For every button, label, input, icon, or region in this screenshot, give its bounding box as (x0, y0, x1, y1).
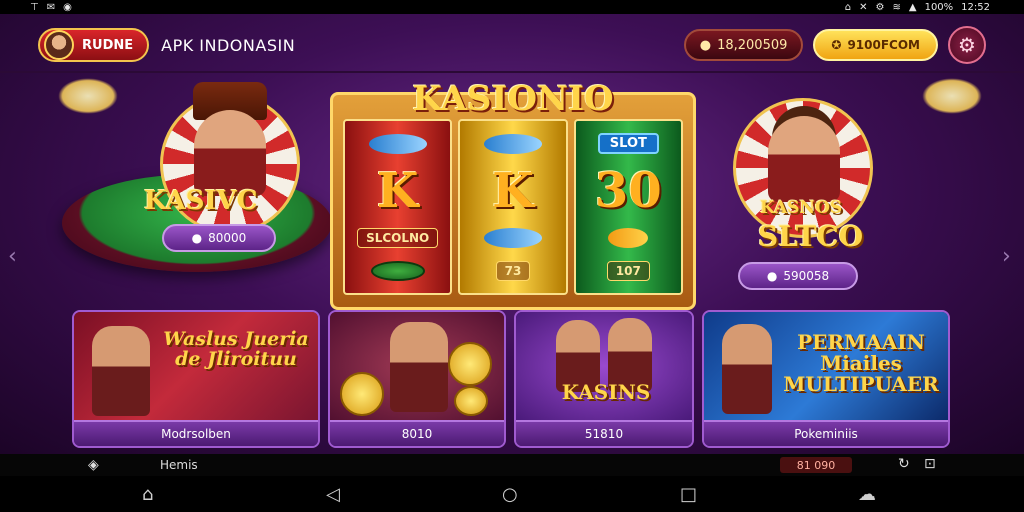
reel-symbol: 30 (594, 163, 662, 220)
gear-icon: ⚙ (958, 33, 976, 57)
game-card[interactable]: Waslus Jueria de Jliroituu Modrsolben (72, 310, 320, 448)
dealer-left (194, 110, 266, 196)
slot-tag: SLOT (597, 133, 659, 155)
reel-label: SLCOLNO (357, 227, 439, 248)
clock: 12:52 (961, 1, 990, 13)
player-figure (92, 326, 150, 416)
card-art: KASINS (516, 312, 692, 420)
avatar (44, 30, 74, 60)
slot-title: KASIONIO (412, 79, 614, 119)
reel-symbol: K (376, 162, 419, 219)
game-card[interactable]: KASINS 51810 (514, 310, 694, 448)
fish-icon (368, 133, 427, 154)
coin-icon: ● (191, 231, 203, 245)
chip-icon (370, 260, 425, 281)
star-coin-icon: ✪ (831, 38, 842, 52)
wifi-icon: ≋ (892, 1, 901, 13)
prev-arrow-icon[interactable]: ‹ (8, 244, 17, 269)
fish-icon (483, 227, 542, 248)
signal-icon: ▲ (908, 1, 917, 13)
battery-level: 100% (924, 1, 954, 13)
right-logo-bottom: SLTCO (758, 220, 864, 253)
hero-banner[interactable]: KASIVC ● 80000 KASIONIO K SLCOLNO K 73 S… (38, 74, 986, 310)
game-card[interactable]: 8010 (328, 310, 506, 448)
status-bar: ⊤ ✉ ◉ ⌂ ✕ ⚙ ≋ ▲ 100% 12:52 (0, 0, 1024, 14)
spotlight-left (58, 78, 118, 114)
mute-icon: ✕ (859, 1, 868, 13)
right-amount: 590058 (783, 269, 830, 283)
history-icon[interactable]: ↻ (898, 456, 910, 472)
reel-3: SLOT 30 107 (573, 119, 683, 295)
reel-1: K SLCOLNO (343, 119, 453, 295)
app-bottom-bar: ◈ Hemis 81 090 ↻ ⊡ (0, 454, 1024, 476)
cloud-icon[interactable]: ☁ (858, 484, 876, 505)
profile-button[interactable]: RUDNE (38, 28, 150, 62)
deposit-button[interactable]: ✪ 9100FCOM (813, 29, 938, 61)
card-label: 51810 (516, 420, 692, 446)
menu-icon[interactable]: ⊡ (924, 456, 936, 472)
casino-app: RUDNE APK INDONASIN ● 18,200509 ✪ 9100FC… (0, 14, 1024, 454)
leaf-icon (608, 227, 649, 248)
coin-icon (448, 342, 492, 386)
recents-icon[interactable]: □ (680, 484, 697, 505)
home-tab[interactable]: Hemis (160, 458, 198, 472)
system-nav-bar: ⌂ ◁ ○ □ ☁ (0, 476, 1024, 512)
header-divider (0, 71, 1024, 73)
dealer-right (768, 116, 840, 202)
reel-value: 107 (606, 260, 650, 281)
left-amount: 80000 (208, 231, 247, 245)
right-logo-top: KASNOS (760, 198, 843, 218)
coin-icon: ● (766, 269, 778, 283)
game-cards: Waslus Jueria de Jliroituu Modrsolben 80… (72, 310, 952, 448)
settings-button[interactable]: ⚙ (948, 26, 986, 64)
card-art: PERMAAIN Miailes MULTIPUAER (704, 312, 948, 420)
balance-display[interactable]: ● 18,200509 (683, 29, 804, 61)
coin-icon (454, 386, 488, 416)
camera-icon: ◉ (63, 1, 72, 13)
slot-machine[interactable]: KASIONIO K SLCOLNO K 73 SLOT 30 107 (330, 79, 696, 310)
right-amount-pill[interactable]: ● 590058 (738, 262, 858, 290)
home-circle-icon[interactable]: ○ (502, 484, 518, 505)
coin-icon (340, 372, 384, 416)
brand-name: RUDNE (82, 37, 134, 53)
mail-icon: ✉ (46, 1, 56, 13)
card-art-text: Waslus Jueria de Jliroituu (163, 328, 309, 370)
back-icon[interactable]: ◁ (326, 484, 340, 505)
next-arrow-icon[interactable]: › (1002, 244, 1011, 269)
reel-2: K 73 (458, 119, 568, 295)
card-art-text: KASINS (561, 380, 651, 404)
home-status-icon: ⌂ (844, 1, 852, 13)
card-art (330, 312, 504, 420)
app-title: APK INDONASIN (161, 35, 296, 55)
home-icon[interactable]: ⌂ (142, 484, 153, 505)
card-label: 8010 (330, 420, 504, 446)
notification-badge[interactable]: 81 090 (780, 457, 852, 473)
card-label: Pokeminiis (704, 420, 948, 446)
deposit-label: 9100FCOM (847, 38, 920, 52)
game-card[interactable]: PERMAAIN Miailes MULTIPUAER Pokeminiis (702, 310, 950, 448)
header-controls: ● 18,200509 ✪ 9100FCOM ⚙ (683, 26, 986, 64)
chip-icon[interactable]: ◈ (88, 457, 99, 473)
card-art: Waslus Jueria de Jliroituu (74, 312, 318, 420)
settings-status-icon: ⚙ (875, 1, 885, 13)
reel-symbol: K (492, 162, 534, 219)
reels: K SLCOLNO K 73 SLOT 30 107 (343, 119, 683, 295)
player-figure (390, 322, 448, 412)
spotlight-right (922, 78, 982, 114)
top-bar: RUDNE APK INDONASIN ● 18,200509 ✪ 9100FC… (38, 22, 986, 68)
left-logo: KASIVC (144, 186, 258, 216)
reel-value: 73 (495, 260, 531, 281)
notification-icon: ⊤ (30, 1, 39, 13)
left-amount-pill[interactable]: ● 80000 (162, 224, 276, 252)
player-figure (722, 324, 772, 414)
coin-icon: ● (699, 37, 712, 53)
fish-icon (483, 133, 542, 154)
balance-value: 18,200509 (717, 37, 788, 53)
card-label: Modrsolben (74, 420, 318, 446)
card-art-text: PERMAAIN Miailes MULTIPUAER (783, 330, 939, 396)
